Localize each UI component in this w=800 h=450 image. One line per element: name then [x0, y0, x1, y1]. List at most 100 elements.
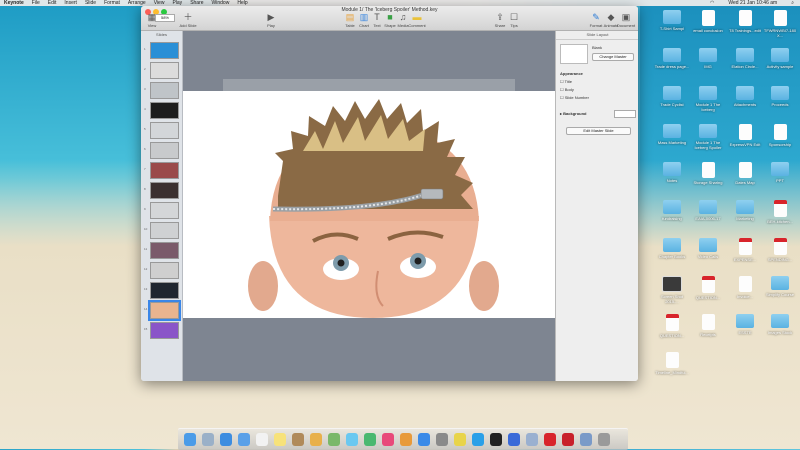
slide-number-checkbox[interactable]: ☐ Slide Number: [560, 95, 589, 100]
preview-dock-icon[interactable]: [526, 433, 538, 446]
photos-dock-icon[interactable]: [310, 433, 322, 446]
desktop-icon[interactable]: Dates Map: [727, 162, 763, 185]
desktop-icon[interactable]: ESSTE: [727, 314, 763, 335]
facetime-dock-icon[interactable]: [364, 433, 376, 446]
zipper-head-image[interactable]: [183, 91, 555, 318]
desktop-icon[interactable]: Proceeds: [762, 86, 798, 107]
desktop-icon[interactable]: Mass Marketing: [654, 124, 690, 145]
desktop-icon[interactable]: QUESTION...: [654, 314, 690, 338]
desktop-icon[interactable]: EAIA-0006-17: [690, 200, 726, 221]
slide-thumbnail[interactable]: 1: [144, 42, 179, 59]
title-checkbox[interactable]: ☐ Title: [560, 79, 572, 84]
slide-thumbnail[interactable]: 7: [144, 162, 179, 179]
current-slide[interactable]: [183, 91, 555, 318]
menu-file[interactable]: File: [32, 0, 40, 6]
slide-thumbnail[interactable]: 14: [144, 300, 181, 321]
spotlight-icon[interactable]: ⌕: [791, 0, 794, 6]
desktop-icon[interactable]: Trade Cyclist: [654, 86, 690, 107]
desktop-icon[interactable]: Chapter Books: [654, 238, 690, 259]
trash-dock-icon[interactable]: [598, 433, 610, 446]
slide-thumbnail[interactable]: 5: [144, 122, 179, 139]
slide-thumbnail[interactable]: 6: [144, 142, 179, 159]
menu-clock[interactable]: Wed 21 Jan 10:46 am: [728, 0, 777, 6]
desktop-icon[interactable]: T-Shirt Sampl: [654, 10, 690, 31]
pdf-dock-icon[interactable]: [544, 433, 556, 446]
desktop-icon[interactable]: Marketing: [727, 200, 763, 221]
desktop-icon[interactable]: IMG: [690, 48, 726, 69]
terminal-dock-icon[interactable]: [490, 433, 502, 446]
desktop-icon[interactable]: Receipts: [690, 314, 726, 337]
desktop-icon[interactable]: T8 Trainings...edit: [727, 10, 763, 33]
desktop-icon[interactable]: TFWRNWBI7-180 X...: [762, 10, 798, 38]
desktop-icon[interactable]: ExpressVPN Edit: [727, 124, 763, 147]
maps-dock-icon[interactable]: [328, 433, 340, 446]
desktop-icon[interactable]: Module 1 The Iceberg Spoiler: [690, 124, 726, 150]
play-button[interactable]: ▶ Play: [260, 13, 282, 29]
finder-dock-icon[interactable]: [184, 433, 196, 446]
desktop-icon[interactable]: Attachments: [727, 86, 763, 107]
desktop-icon[interactable]: Notes: [654, 162, 690, 183]
slide-thumbnail[interactable]: 11: [144, 242, 179, 259]
wifi-icon[interactable]: ◠: [710, 0, 714, 6]
slide-thumbnail[interactable]: 15: [144, 322, 179, 339]
app-store-dock-icon[interactable]: [418, 433, 430, 446]
desktop-icon[interactable]: QUESTION...: [690, 276, 726, 300]
desktop-icon[interactable]: Module 1 The Iceberg: [690, 86, 726, 112]
menu-insert[interactable]: Insert: [64, 0, 77, 6]
slide-thumbnail[interactable]: 9: [144, 202, 179, 219]
calendar-dock-icon[interactable]: [256, 433, 268, 446]
launchpad-dock-icon[interactable]: [202, 433, 214, 446]
mail-dock-icon[interactable]: [238, 433, 250, 446]
skype-dock-icon[interactable]: [472, 433, 484, 446]
desktop-icon[interactable]: Video Calls: [690, 238, 726, 259]
slide-thumbnail[interactable]: 12: [144, 262, 179, 279]
desktop-icon[interactable]: PPT: [762, 162, 798, 183]
slide-thumbnail[interactable]: 3: [144, 82, 179, 99]
desktop-icon[interactable]: Activity sample: [762, 48, 798, 69]
background-color-well[interactable]: [614, 110, 636, 118]
desktop-icon[interactable]: BEH-kitchen...: [762, 200, 798, 224]
tips-button[interactable]: ☐ Tips: [503, 13, 525, 29]
photo-booth-dock-icon[interactable]: [562, 433, 574, 446]
desktop-icon[interactable]: Elation Circle...: [727, 48, 763, 69]
slide-thumbnail[interactable]: 10: [144, 222, 179, 239]
desktop-icon[interactable]: Screen Shot 2015-...: [654, 276, 690, 304]
keynote-dock-icon[interactable]: [508, 433, 520, 446]
slide-thumbnail[interactable]: 8: [144, 182, 179, 199]
itunes-dock-icon[interactable]: [382, 433, 394, 446]
comment-button[interactable]: ▬ Comment: [406, 13, 428, 29]
body-checkbox[interactable]: ☐ Body: [560, 87, 574, 92]
document-button[interactable]: ▣ Document: [615, 13, 637, 29]
slide-thumbnail[interactable]: 13: [144, 282, 179, 299]
menu-format[interactable]: Format: [104, 0, 120, 6]
desktop-icon[interactable]: Sponsorship: [762, 124, 798, 147]
downloads-dock-icon[interactable]: [580, 433, 592, 446]
edit-master-slide-button[interactable]: Edit Master Slide: [566, 127, 631, 135]
slide-thumbnail[interactable]: 2: [144, 62, 179, 79]
safari-dock-icon[interactable]: [220, 433, 232, 446]
desktop-icon[interactable]: Simplify Course: [762, 276, 798, 297]
desktop-icon[interactable]: email conclusion: [690, 10, 726, 33]
menu-edit[interactable]: Edit: [48, 0, 57, 6]
desktop-icon[interactable]: Storage Sharing: [690, 162, 726, 185]
change-master-button[interactable]: Change Master: [592, 53, 634, 61]
add-slide-button[interactable]: ＋ Add Slide: [177, 13, 199, 29]
desktop-icon[interactable]: EXPENSE...: [727, 238, 763, 262]
chrome-dock-icon[interactable]: [454, 433, 466, 446]
slide-thumbnail[interactable]: 4: [144, 102, 179, 119]
messages-dock-icon[interactable]: [346, 433, 358, 446]
zoom-select[interactable]: 58%: [155, 14, 175, 22]
menu-slide[interactable]: Slide: [85, 0, 96, 6]
contacts-dock-icon[interactable]: [292, 433, 304, 446]
notes-dock-icon[interactable]: [274, 433, 286, 446]
desktop-icon[interactable]: Invoice...: [727, 276, 763, 299]
preferences-dock-icon[interactable]: [436, 433, 448, 446]
desktop-icon[interactable]: Timeline_Mindful...: [654, 352, 690, 375]
ibooks-dock-icon[interactable]: [400, 433, 412, 446]
background-section[interactable]: ▸ Background: [560, 111, 586, 116]
desktop-icon[interactable]: fundraising: [654, 200, 690, 221]
desktop-icon[interactable]: Images Stock: [762, 314, 798, 335]
master-thumbnail[interactable]: [560, 44, 588, 64]
desktop-icon[interactable]: SPENDING...: [762, 238, 798, 262]
menu-app-name[interactable]: Keynote: [4, 0, 24, 6]
